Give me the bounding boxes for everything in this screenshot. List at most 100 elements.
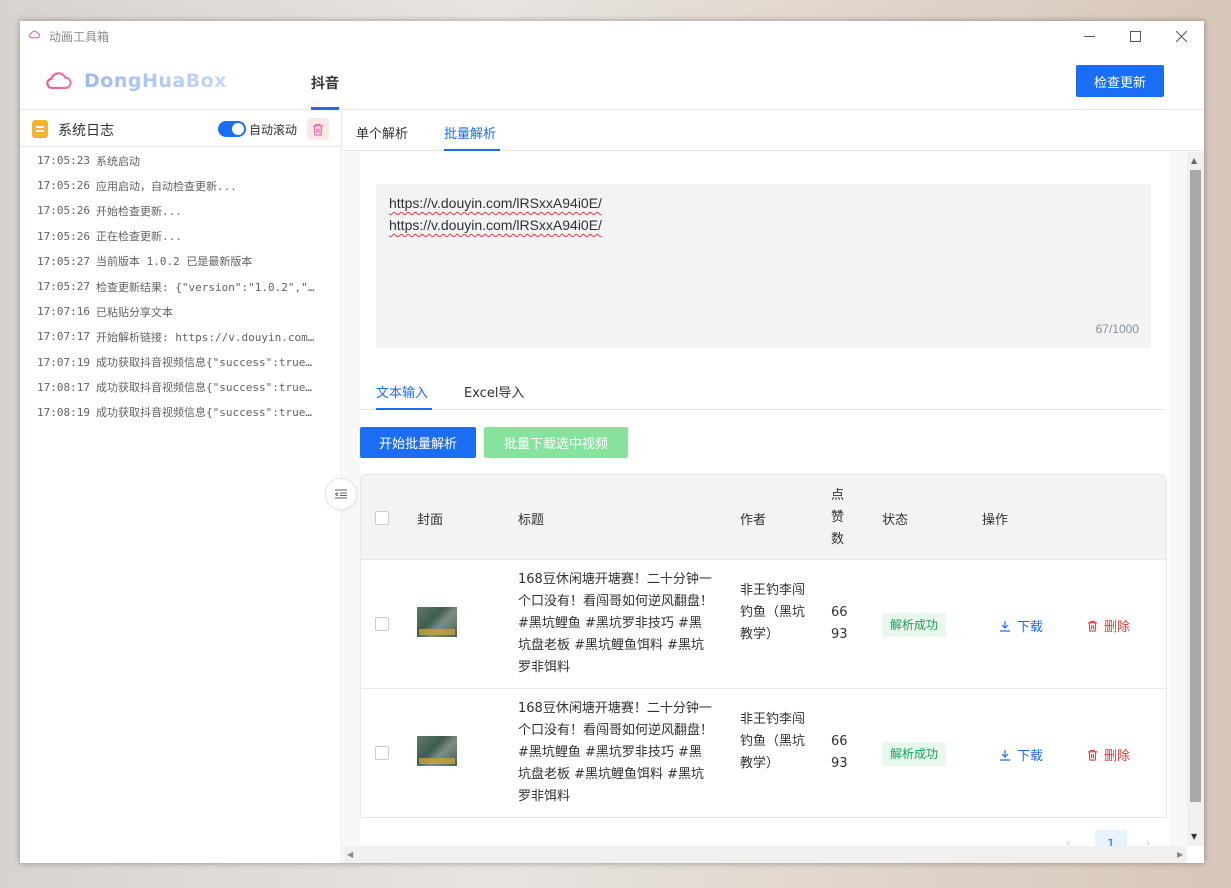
select-all-checkbox[interactable]: [375, 511, 389, 525]
video-likes: 6693: [831, 734, 848, 771]
video-cover: [417, 607, 457, 637]
delete-button[interactable]: 删除: [1087, 745, 1130, 764]
status-badge: 解析成功: [882, 613, 947, 637]
start-batch-parse-button[interactable]: 开始批量解析: [360, 427, 476, 458]
table-row[interactable]: 168豆休闲塘开塘赛！二十分钟一个口没有！看闯哥如何逆风翻盘！#黑坑鲤鱼 #黑坑…: [361, 560, 1166, 689]
log-time: 17:05:27: [37, 254, 90, 268]
log-message: 成功获取抖音视频信息{"success":true…: [96, 406, 312, 420]
log-time: 17:07:17: [37, 330, 90, 344]
log-time: 17:07:16: [37, 305, 90, 319]
logo-text: DongHuaBox: [84, 70, 227, 92]
nav-tab-douyin[interactable]: 抖音: [311, 73, 339, 93]
main-panel: 单个解析 批量解析 https://v.douyin.com/lRSxxA94i…: [343, 111, 1204, 863]
log-item: 17:05:26 应用启动，自动检查更新...: [20, 173, 341, 198]
log-message: 当前版本 1.0.2 已是最新版本: [96, 255, 253, 269]
tab-excel-import[interactable]: Excel导入: [464, 382, 524, 401]
col-title: 标题: [518, 513, 545, 528]
clear-log-button[interactable]: [307, 118, 329, 140]
download-button[interactable]: 下载: [999, 616, 1043, 635]
video-title: 168豆休闲塘开塘赛！二十分钟一个口没有！看闯哥如何逆风翻盘！#黑坑鲤鱼 #黑坑…: [518, 572, 714, 675]
collapse-sidebar-button[interactable]: [325, 478, 357, 510]
log-time: 17:05:26: [37, 179, 90, 193]
minimize-icon: [1083, 35, 1095, 37]
maximize-button[interactable]: [1112, 21, 1158, 51]
batch-download-button[interactable]: 批量下载选中视频: [484, 427, 628, 458]
trash-icon: [313, 123, 323, 136]
scroll-right-icon[interactable]: ▶: [1177, 850, 1183, 859]
table-header: 封面 标题 作者 点赞数 状态 操作: [361, 475, 1166, 560]
cloud-logo-icon: [46, 72, 72, 90]
content-scroll-area[interactable]: https://v.douyin.com/lRSxxA94i0E/ https:…: [343, 152, 1187, 846]
check-update-button[interactable]: 检查更新: [1076, 65, 1164, 97]
download-icon: [1000, 749, 1010, 761]
log-time: 17:05:23: [37, 154, 90, 168]
parse-mode-tabs: 单个解析 批量解析: [343, 111, 1204, 151]
log-list[interactable]: 17:05:23 系统启动 17:05:26 应用启动，自动检查更新... 17:05:…: [20, 148, 341, 425]
log-message: 开始检查更新...: [96, 204, 182, 218]
col-likes: 点赞数: [831, 488, 845, 547]
input-tab-indicator: [376, 408, 432, 410]
log-message: 已粘贴分享文本: [96, 305, 173, 319]
log-message: 成功获取抖音视频信息{"success":true…: [96, 381, 312, 395]
app-window: 动画工具箱 DongHuaBox 抖音 检查更新 系统日志 自动滚动 17:05…: [20, 21, 1204, 863]
status-badge: 解析成功: [882, 742, 947, 766]
links-textarea[interactable]: https://v.douyin.com/lRSxxA94i0E/ https:…: [376, 184, 1151, 348]
batch-card: https://v.douyin.com/lRSxxA94i0E/ https:…: [360, 152, 1170, 846]
col-cover: 封面: [417, 513, 444, 528]
download-button[interactable]: 下载: [999, 745, 1043, 764]
tab-single-parse[interactable]: 单个解析: [356, 123, 408, 142]
delete-button[interactable]: 删除: [1087, 616, 1130, 635]
toggle-knob: [232, 123, 244, 135]
app-header: DongHuaBox 抖音 检查更新: [20, 51, 1204, 110]
log-message: 正在检查更新...: [96, 230, 182, 244]
log-time: 17:05:26: [37, 229, 90, 243]
log-time: 17:07:19: [37, 355, 90, 369]
download-icon: [1000, 620, 1010, 632]
table-row[interactable]: 168豆休闲塘开塘赛！二十分钟一个口没有！看闯哥如何逆风翻盘！#黑坑鲤鱼 #黑坑…: [361, 689, 1166, 817]
log-title: 系统日志: [58, 123, 114, 139]
maximize-icon: [1129, 30, 1141, 42]
close-button[interactable]: [1158, 21, 1204, 51]
next-page-icon[interactable]: ›: [1146, 836, 1151, 846]
log-item: 17:07:17 开始解析链接: https://v.douyin.com/…: [20, 324, 341, 349]
log-time: 17:05:27: [37, 280, 90, 294]
prev-page-icon[interactable]: ‹: [1066, 836, 1071, 846]
log-item: 17:05:27 检查更新结果: {"version":"1.0.2","f…: [20, 274, 341, 299]
tab-batch-parse[interactable]: 批量解析: [444, 123, 496, 142]
title-bar[interactable]: 动画工具箱: [20, 21, 1204, 51]
log-item: 17:05:23 系统启动: [20, 148, 341, 173]
close-icon: [1175, 30, 1187, 42]
page-1-button[interactable]: 1: [1095, 830, 1127, 846]
scroll-up-icon[interactable]: ▲: [1191, 156, 1197, 165]
video-cover: [417, 736, 457, 766]
log-sidebar-header: 系统日志 自动滚动: [20, 111, 341, 147]
auto-scroll-label: 自动滚动: [249, 123, 298, 137]
vertical-scrollbar[interactable]: ▲ ▼: [1187, 152, 1204, 846]
scroll-down-icon[interactable]: ▼: [1191, 832, 1197, 841]
textarea-line: https://v.douyin.com/lRSxxA94i0E/: [389, 217, 602, 233]
horizontal-scrollbar[interactable]: ◀ ▶: [343, 846, 1187, 863]
scroll-left-icon[interactable]: ◀: [347, 850, 353, 859]
video-author: 非王钓李闯钓鱼（黑坑教学）: [740, 712, 806, 771]
log-item: 17:05:26 开始检查更新...: [20, 198, 341, 223]
minimize-button[interactable]: [1066, 21, 1112, 51]
textarea-line: https://v.douyin.com/lRSxxA94i0E/: [389, 195, 602, 211]
delete-label: 删除: [1104, 749, 1131, 764]
delete-label: 删除: [1104, 620, 1131, 635]
col-author: 作者: [740, 513, 767, 528]
cloud-icon: [29, 30, 40, 39]
log-message: 成功获取抖音视频信息{"success":true…: [96, 356, 312, 370]
log-message: 应用启动，自动检查更新...: [96, 179, 237, 193]
col-actions: 操作: [982, 513, 1009, 528]
indent-icon: [335, 489, 347, 499]
row-checkbox[interactable]: [375, 617, 389, 631]
log-time: 17:08:19: [37, 405, 90, 419]
auto-scroll-toggle[interactable]: [218, 121, 246, 137]
tab-text-input[interactable]: 文本输入: [376, 382, 428, 401]
log-item: 17:05:27 当前版本 1.0.2 已是最新版本: [20, 249, 341, 274]
window-title: 动画工具箱: [49, 30, 110, 44]
scrollbar-thumb[interactable]: [1190, 170, 1201, 802]
log-sidebar: 系统日志 自动滚动 17:05:23 系统启动 17:05:26 应用启动，自动检查更…: [20, 111, 342, 863]
video-author: 非王钓李闯钓鱼（黑坑教学）: [740, 583, 806, 642]
row-checkbox[interactable]: [375, 746, 389, 760]
